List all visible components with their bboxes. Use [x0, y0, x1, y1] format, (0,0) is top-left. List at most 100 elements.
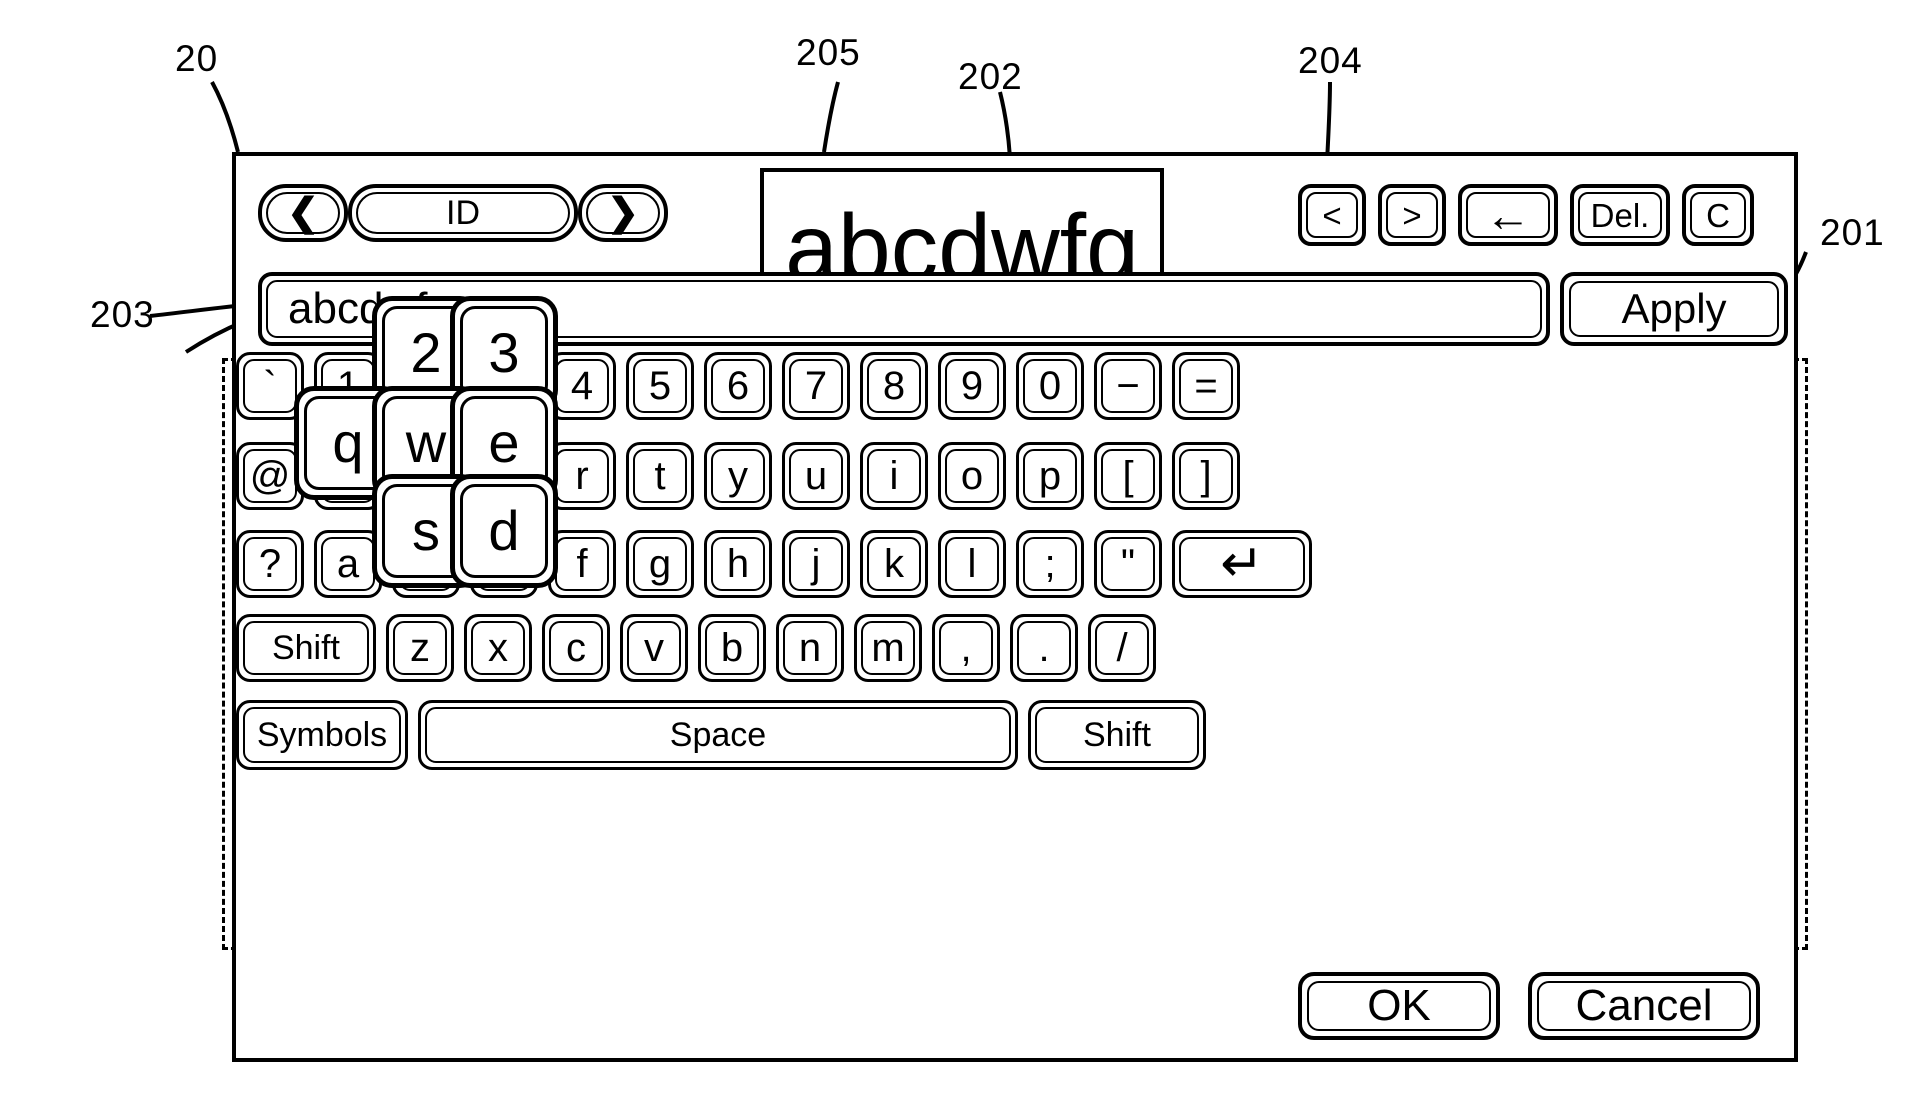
key-label: v [644, 626, 664, 670]
key-qwerty-row-u[interactable]: u [782, 442, 850, 510]
key-label: / [1116, 626, 1128, 670]
key-number-row-0[interactable]: 0 [1016, 352, 1084, 420]
key-label: b [720, 626, 744, 670]
key-shift-row-c[interactable]: c [542, 614, 610, 682]
key-label: ; [1044, 542, 1056, 586]
chevron-right-icon: ❯ [607, 192, 639, 234]
key-number-row-6[interactable]: 6 [704, 352, 772, 420]
magnified-key-label: 3 [488, 321, 520, 384]
key-number-row-8[interactable]: 8 [860, 352, 928, 420]
key-home-row-f[interactable]: f [548, 530, 616, 598]
key-qwerty-row-p[interactable]: p [1016, 442, 1084, 510]
field-name-label: ID [446, 194, 480, 232]
key-home-row-g[interactable]: g [626, 530, 694, 598]
key-label: Space [669, 716, 767, 754]
key-qwerty-row-i[interactable]: i [860, 442, 928, 510]
key-number-row-7[interactable]: 7 [782, 352, 850, 420]
key-shift-row-sym10[interactable]: / [1088, 614, 1156, 682]
key-label: g [648, 542, 672, 586]
ok-button[interactable]: OK [1298, 972, 1500, 1040]
key-label: y [728, 454, 748, 498]
cancel-button-label: Cancel [1575, 981, 1713, 1030]
magnified-key-label: w [405, 411, 447, 474]
key-qwerty-row-sym11[interactable]: [ [1094, 442, 1162, 510]
magnified-key-d[interactable]: d [450, 474, 558, 588]
key-number-row-4[interactable]: 4 [548, 352, 616, 420]
key-label: [ [1122, 454, 1134, 498]
magnified-key-label: q [332, 411, 364, 474]
key-label: a [336, 542, 360, 586]
key-shift-row-v[interactable]: v [620, 614, 688, 682]
key-label: x [488, 626, 508, 670]
cursor-right-icon: > [1402, 196, 1422, 234]
key-label: z [410, 626, 430, 670]
key-number-row-9[interactable]: 9 [938, 352, 1006, 420]
key-label: l [967, 542, 977, 586]
key-number-row-5[interactable]: 5 [626, 352, 694, 420]
key-label: f [576, 542, 588, 586]
key-space-row-symbols[interactable]: Symbols [236, 700, 408, 770]
key-label: k [884, 542, 904, 586]
key-label: p [1038, 454, 1062, 498]
key-home-row-l[interactable]: l [938, 530, 1006, 598]
key-shift-row-sym8[interactable]: , [932, 614, 1000, 682]
apply-button-label: Apply [1621, 285, 1727, 332]
key-label: 9 [960, 364, 984, 408]
key-space-row-shift[interactable]: Shift [1028, 700, 1206, 770]
cancel-button[interactable]: Cancel [1528, 972, 1760, 1040]
key-home-row-sym12[interactable]: ↵ [1172, 530, 1312, 598]
key-number-row-sym11[interactable]: − [1094, 352, 1162, 420]
delete-key-label: Del. [1590, 196, 1650, 234]
key-qwerty-row-o[interactable]: o [938, 442, 1006, 510]
key-label: . [1038, 626, 1050, 670]
key-shift-row-m[interactable]: m [854, 614, 922, 682]
key-qwerty-row-t[interactable]: t [626, 442, 694, 510]
key-qwerty-row-r[interactable]: r [548, 442, 616, 510]
key-shift-row-sym9[interactable]: . [1010, 614, 1078, 682]
key-number-row-sym12[interactable]: = [1172, 352, 1240, 420]
key-label: c [566, 626, 586, 670]
key-label: n [798, 626, 822, 670]
clear-key-label: C [1706, 196, 1730, 234]
key-label: 5 [648, 364, 672, 408]
key-shift-row-x[interactable]: x [464, 614, 532, 682]
key-label: j [811, 542, 821, 586]
key-label: ? [258, 542, 282, 586]
magnified-key-label: e [488, 411, 520, 474]
key-shift-row-shift[interactable]: Shift [236, 614, 376, 682]
key-label: ↵ [1220, 535, 1264, 593]
key-shift-row-b[interactable]: b [698, 614, 766, 682]
keyboard-key-layer[interactable]: `1234567890−=@qwertyuiop[]?asdfghjkl;"↵S… [232, 152, 1798, 1062]
key-shift-row-n[interactable]: n [776, 614, 844, 682]
key-label: i [889, 454, 899, 498]
key-label: u [804, 454, 828, 498]
key-space-row-space[interactable]: Space [418, 700, 1018, 770]
key-label: 6 [726, 364, 750, 408]
key-label: @ [249, 454, 291, 498]
key-label: = [1194, 364, 1218, 408]
key-label: t [654, 454, 666, 498]
key-label: 8 [882, 364, 906, 408]
key-label: − [1116, 364, 1140, 408]
key-label: 4 [570, 364, 594, 408]
cursor-left-icon: < [1322, 196, 1342, 234]
magnified-key-label: d [488, 499, 520, 562]
key-label: 0 [1038, 364, 1062, 408]
key-home-row-k[interactable]: k [860, 530, 928, 598]
key-label: " [1120, 542, 1136, 586]
key-label: o [960, 454, 984, 498]
refnum-205: 205 [796, 32, 861, 73]
key-label: h [726, 542, 750, 586]
key-label: m [871, 626, 905, 670]
key-qwerty-row-sym12[interactable]: ] [1172, 442, 1240, 510]
key-home-row-sym10[interactable]: ; [1016, 530, 1084, 598]
key-home-row-j[interactable]: j [782, 530, 850, 598]
key-label: , [960, 626, 972, 670]
key-label: Shift [271, 629, 341, 667]
key-home-row-sym0[interactable]: ? [236, 530, 304, 598]
key-label: 7 [804, 364, 828, 408]
key-home-row-h[interactable]: h [704, 530, 772, 598]
key-qwerty-row-y[interactable]: y [704, 442, 772, 510]
key-shift-row-z[interactable]: z [386, 614, 454, 682]
key-home-row-sym11[interactable]: " [1094, 530, 1162, 598]
